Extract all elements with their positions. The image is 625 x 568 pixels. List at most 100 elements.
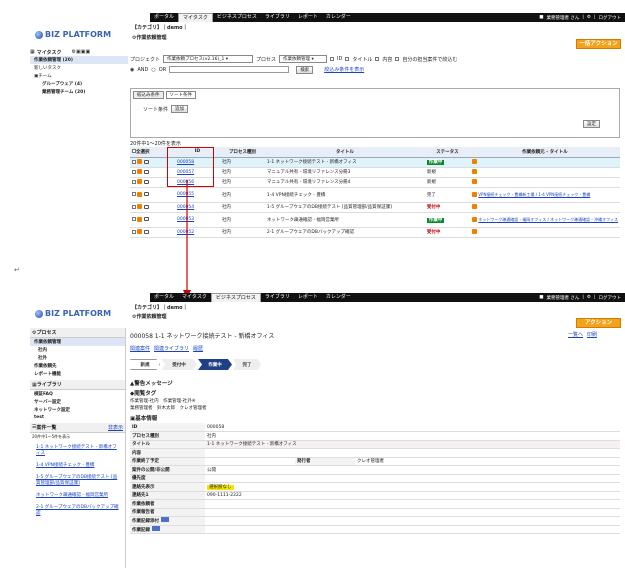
logout-link[interactable]: ログアウト <box>599 15 622 21</box>
edit-record-icon[interactable] <box>151 525 160 531</box>
edit-icon[interactable] <box>137 191 143 197</box>
comment-icon[interactable] <box>143 229 149 234</box>
show-filter-link[interactable]: 絞込み条件を表示 <box>324 66 364 73</box>
parent-icon[interactable] <box>471 216 477 222</box>
library-item-network[interactable]: ネットワーク設定 <box>30 406 125 414</box>
list-item[interactable]: ネットワーク疎通確認 - 福岡営業所 <box>30 489 125 501</box>
comment-icon[interactable] <box>143 217 149 221</box>
settings-icon[interactable]: ⚙ <box>587 295 591 300</box>
tab-mytask[interactable]: マイタスク <box>178 13 213 22</box>
parent-icon[interactable] <box>471 191 477 197</box>
tab-mytask[interactable]: マイタスク <box>178 293 211 302</box>
tab-calendar[interactable]: カレンダー <box>322 293 355 302</box>
history-link[interactable]: 履歴 <box>193 345 203 352</box>
comment-icon[interactable] <box>143 192 149 196</box>
parent-link[interactable]: ネットワーク疎通確認 - 福岡オフィス / ネットワーク疎通確認 - 沖縄オフィ… <box>478 217 618 222</box>
edit-icon[interactable] <box>137 229 143 234</box>
library-item-test[interactable]: test <box>30 414 125 421</box>
table-row[interactable]: 000052 社内 2-1 グループウェアのDBバックアップ確認 受付中 <box>130 227 620 238</box>
parent-icon[interactable] <box>471 159 477 164</box>
edit-icon[interactable] <box>137 159 143 164</box>
sidebar-item-external[interactable]: 社外 <box>30 354 125 362</box>
sidebar-item-biz-team[interactable]: 業務管理チーム (20) <box>30 88 128 96</box>
tab-portal[interactable]: ポータル <box>150 13 178 22</box>
tab-business-process[interactable]: ビジネスプロセス <box>210 293 261 302</box>
comment-icon[interactable] <box>143 159 149 164</box>
process-select[interactable]: 作業依頼管理 ▾ <box>279 55 328 63</box>
toolbar-icons[interactable]: ⚙▣▣▣ <box>72 49 91 56</box>
radio-and[interactable]: ◉ <box>130 67 134 73</box>
row-checkbox[interactable] <box>132 169 136 174</box>
list-item[interactable]: 2-1 グループウェアのDBバックアップ確認 <box>30 501 125 519</box>
tab-sort-conditions[interactable]: ソート条件 <box>165 91 196 99</box>
edit-icon[interactable] <box>137 216 143 222</box>
sidebar-item-internal[interactable]: 社内 <box>30 346 125 354</box>
check-id[interactable] <box>330 57 335 61</box>
check-title[interactable] <box>345 57 350 61</box>
row-checkbox[interactable] <box>132 179 136 184</box>
action-button[interactable]: アクション <box>576 318 621 328</box>
row-checkbox[interactable] <box>132 192 136 196</box>
table-row[interactable]: 000053 社内 ネットワーク疎通確認 - 福岡営業所 作業中 ネットワーク疎… <box>130 212 620 228</box>
parent-icon[interactable] <box>471 179 477 184</box>
keyword-input[interactable] <box>169 66 290 73</box>
add-button[interactable]: 追加 <box>171 105 189 113</box>
tab-business-process[interactable]: ビジネスプロセス <box>213 13 261 22</box>
sidebar-item-report[interactable]: レポート機能 <box>30 370 125 378</box>
settings-icon[interactable]: ⚙ <box>587 15 591 20</box>
parent-header[interactable]: 作業依頼元 - タイトル <box>469 147 620 158</box>
edit-icon[interactable] <box>137 169 143 174</box>
title-header[interactable]: タイトル <box>264 147 425 158</box>
type-header[interactable]: プロセス種別 <box>219 147 265 158</box>
row-title[interactable]: 1-5 グループウェアのDB接続テスト [品質管理部/品質保証課] <box>264 202 425 213</box>
library-item-faq[interactable]: 検証FAQ <box>30 390 125 398</box>
list-item[interactable]: 1-4 VPN接続チェック - 豊橋 <box>30 459 125 471</box>
sidebar-item-request-mgmt[interactable]: 作業依頼管理 <box>30 338 125 346</box>
print-link[interactable]: 印刷 <box>587 331 597 338</box>
sidebar-item-request-mgmt[interactable]: 作業依頼管理 (20) <box>30 56 128 64</box>
parent-icon[interactable] <box>471 204 477 209</box>
related-library-link[interactable]: 関連ライブラリ <box>154 345 189 352</box>
tab-report[interactable]: レポート <box>294 293 322 302</box>
sidebar-item-new-task[interactable]: 新しいタスク <box>30 64 128 72</box>
comment-icon[interactable] <box>143 204 149 209</box>
comment-icon[interactable] <box>143 179 149 184</box>
library-item-server[interactable]: サーバー設定 <box>30 398 125 406</box>
bulk-action-button[interactable]: 一括アクション <box>576 39 621 49</box>
comment-icon[interactable] <box>143 169 149 174</box>
project-select[interactable]: 作業依頼プロセス(v2.16)_1 ▾ <box>163 55 254 63</box>
row-title[interactable]: マニュアル共有 - 環境リファレンス分冊4 <box>264 177 425 188</box>
search-button[interactable]: 検索 <box>296 65 314 74</box>
related-items-link[interactable]: 関連案件 <box>130 345 150 352</box>
row-title[interactable]: 2-1 グループウェアのDBバックアップ確認 <box>264 227 425 238</box>
row-title[interactable]: ネットワーク疎通確認 - 福岡営業所 <box>264 212 425 228</box>
check-mine[interactable] <box>395 57 400 61</box>
back-to-list-link[interactable]: 一覧へ <box>568 331 583 338</box>
tab-report[interactable]: レポート <box>294 13 322 22</box>
sidebar-item-team[interactable]: ▣チーム <box>30 72 128 80</box>
row-title[interactable]: マニュアル共有 - 環境リファレンス分冊3 <box>264 167 425 178</box>
tab-library[interactable]: ライブラリ <box>261 293 294 302</box>
edit-icon[interactable] <box>137 179 143 184</box>
row-checkbox[interactable] <box>132 217 136 221</box>
sidebar-item-requester[interactable]: 作業依頼先 <box>30 362 125 370</box>
hide-list-link[interactable]: 非表示 <box>108 424 123 431</box>
tab-library[interactable]: ライブラリ <box>261 13 294 22</box>
parent-icon[interactable] <box>471 229 477 234</box>
table-row[interactable]: 000055 社内 1-4 VPN接続チェック - 豊橋 完了 VPN接続チェッ… <box>130 187 620 203</box>
tab-portal[interactable]: ポータル <box>150 293 178 302</box>
attach-icon[interactable] <box>160 517 169 523</box>
table-row[interactable]: 000054 社内 1-5 グループウェアのDB接続テスト [品質管理部/品質保… <box>130 202 620 213</box>
row-title[interactable]: 1-4 VPN接続チェック - 豊橋 <box>264 187 425 203</box>
apply-button[interactable]: 設定 <box>583 120 600 128</box>
row-title[interactable]: 1-1 ネットワーク接続テスト - 新橋オフィス <box>264 157 425 168</box>
row-checkbox[interactable] <box>132 204 136 209</box>
tab-calendar[interactable]: カレンダー <box>322 13 355 22</box>
parent-link[interactable]: VPN接続チェック - 豊橋新工場 / 1-4 VPN接続チェック - 豊橋 <box>478 192 590 197</box>
logout-link[interactable]: ログアウト <box>599 295 622 301</box>
radio-or[interactable]: ○ <box>151 67 155 73</box>
row-checkbox[interactable] <box>132 159 136 164</box>
edit-icon[interactable] <box>137 204 143 209</box>
parent-icon[interactable] <box>471 169 477 174</box>
status-header[interactable]: ステータス <box>424 147 470 158</box>
